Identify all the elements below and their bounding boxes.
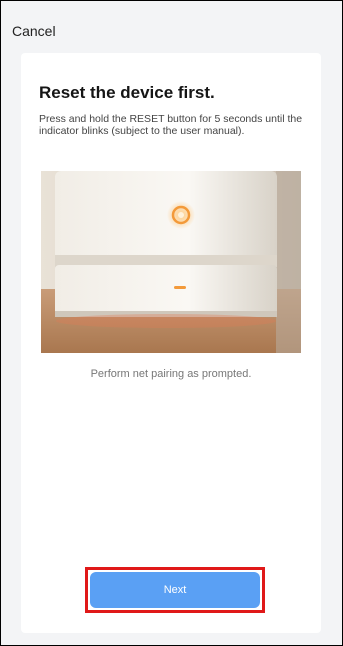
reset-instructions: Press and hold the RESET button for 5 se… (39, 113, 303, 137)
page-title: Reset the device first. (39, 83, 215, 102)
pairing-caption: Perform net pairing as prompted. (90, 368, 252, 380)
cancel-button[interactable]: Cancel (12, 23, 56, 39)
screen: Cancel Reset the device first. Press and… (0, 0, 343, 646)
next-button[interactable]: Next (90, 572, 260, 608)
router-reset-illustration (41, 171, 301, 353)
content-card: Reset the device first. Press and hold t… (21, 53, 321, 633)
top-bar: Cancel (1, 1, 342, 51)
device-image (41, 171, 301, 353)
